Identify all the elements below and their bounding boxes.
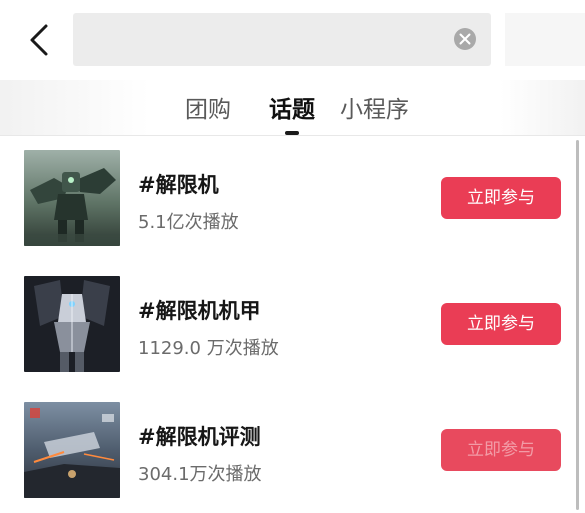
search-action-area[interactable]: [505, 13, 585, 66]
clear-search-button[interactable]: [454, 28, 476, 50]
topic-title: #解限机评测: [138, 425, 261, 449]
mech-battle-scene-image: [24, 402, 120, 498]
chevron-left-icon: [30, 24, 48, 56]
top-bar: [0, 0, 585, 80]
topic-thumbnail[interactable]: [24, 150, 120, 246]
topic-play-count: 5.1亿次播放: [138, 212, 239, 233]
list-scrollbar[interactable]: [576, 140, 579, 510]
topic-play-count: 1129.0 万次播放: [138, 338, 279, 359]
search-input[interactable]: [89, 13, 453, 68]
join-topic-button[interactable]: 立即参与: [441, 177, 561, 219]
join-topic-button[interactable]: 立即参与: [441, 303, 561, 345]
list-item[interactable]: #解限机机甲 1129.0 万次播放 立即参与: [0, 262, 585, 382]
tab-group-buy[interactable]: 团购: [185, 90, 231, 123]
close-icon: [459, 33, 471, 45]
tab-topics[interactable]: 话题: [269, 90, 315, 123]
topic-list: #解限机 5.1亿次播放 立即参与 #解限机机甲 1129.0 万次播放 立即参…: [0, 136, 585, 513]
mech-artwork-image: [24, 150, 120, 246]
list-item[interactable]: #解限机评测 304.1万次播放 立即参与: [0, 388, 585, 508]
topic-thumbnail[interactable]: [24, 276, 120, 372]
category-tabs: 团购 话题 小程序: [0, 80, 585, 135]
back-button[interactable]: [24, 22, 58, 58]
list-item[interactable]: #解限机 5.1亿次播放 立即参与: [0, 136, 585, 256]
topic-title: #解限机机甲: [138, 299, 261, 323]
tab-mini-program[interactable]: 小程序: [340, 90, 409, 123]
mech-artwork-image: [24, 276, 120, 372]
topic-title: #解限机: [138, 173, 219, 197]
topic-play-count: 304.1万次播放: [138, 464, 262, 485]
topic-thumbnail[interactable]: [24, 402, 120, 498]
join-topic-button[interactable]: 立即参与: [441, 429, 561, 471]
search-box[interactable]: [73, 13, 491, 68]
